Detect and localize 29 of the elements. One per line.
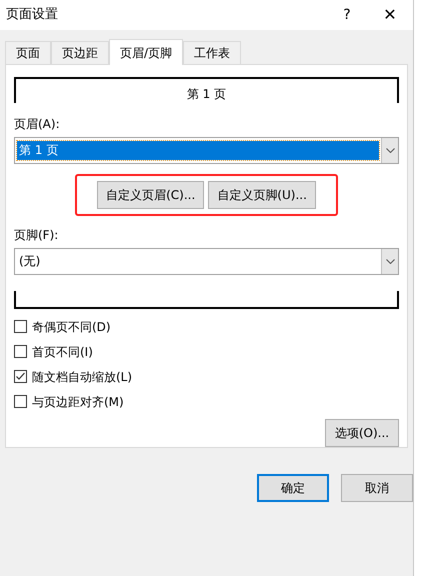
window-title: 页面设置 <box>6 6 59 24</box>
dialog-button[interactable]: 取消 <box>341 474 413 502</box>
tab[interactable]: 工作表 <box>183 41 242 64</box>
checkbox[interactable] <box>14 370 27 383</box>
header-preview-text: 第 1 页 <box>186 86 226 103</box>
checkbox-label: 随文档自动缩放(L) <box>32 368 132 386</box>
chevron-down-icon <box>386 148 394 153</box>
tab[interactable]: 页眉/页脚 <box>109 39 184 65</box>
close-button[interactable]: ✕ <box>367 3 413 27</box>
checkbox[interactable] <box>14 395 27 408</box>
dropdown-value: (无) <box>18 253 42 270</box>
checkbox-label: 首页不同(I) <box>32 344 93 360</box>
checkbox-label: 奇偶页不同(D) <box>32 318 111 336</box>
help-button[interactable]: ? <box>327 4 367 26</box>
chevron-down-icon <box>386 259 394 264</box>
checkbox[interactable] <box>14 345 27 358</box>
footer-label: 页脚(F): <box>14 227 58 244</box>
dropdown-value: 第 1 页 <box>17 141 379 160</box>
header-label: 页眉(A): <box>14 116 60 133</box>
checkbox-label: 与页边距对齐(M) <box>32 394 124 410</box>
dialog-button[interactable]: 确定 <box>257 474 329 502</box>
tab[interactable]: 页边距 <box>51 41 109 64</box>
header-dropdown[interactable]: 第 1 页 <box>14 137 399 164</box>
options-button[interactable]: 选项(O)... <box>325 419 399 447</box>
custom-button[interactable]: 自定义页脚(U)... <box>208 181 316 209</box>
footer-dropdown[interactable]: (无) <box>14 248 399 275</box>
tab[interactable]: 页面 <box>5 41 51 64</box>
custom-button[interactable]: 自定义页眉(C)... <box>97 181 204 209</box>
checkbox[interactable] <box>14 320 27 333</box>
